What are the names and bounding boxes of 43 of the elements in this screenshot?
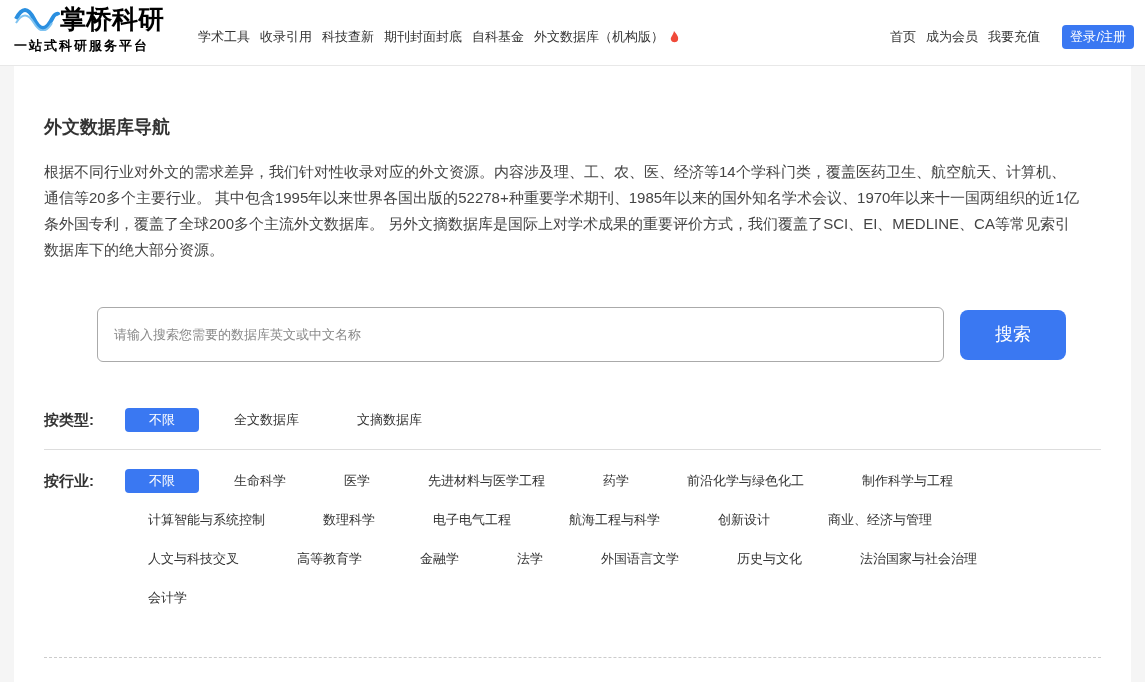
nav-link[interactable]: 期刊封面封底	[384, 26, 462, 47]
search-field[interactable]: 请输入搜索您需要的数据库英文或中文名称	[97, 307, 944, 362]
search-button[interactable]: 搜索	[960, 309, 1066, 360]
nav-link[interactable]: 首页	[890, 26, 917, 47]
nav-link[interactable]: 自科基金	[472, 26, 524, 47]
filter-label: 按类型:	[44, 410, 95, 430]
filter-option[interactable]: 不限	[125, 408, 199, 432]
filter-option[interactable]: 药学	[580, 469, 652, 493]
logo-text: 掌桥科研	[60, 5, 164, 32]
nav-link[interactable]: 收录引用	[260, 26, 312, 47]
nav-link[interactable]: 外文数据库（机构版）	[534, 26, 664, 47]
filter-option[interactable]: 数理科学	[300, 508, 398, 532]
logo-tagline: 一站式科研服务平台	[14, 36, 150, 55]
filter-option[interactable]: 文摘数据库	[334, 408, 445, 432]
filter-option[interactable]: 先进材料与医学工程	[405, 469, 568, 493]
filter-option[interactable]: 法学	[494, 547, 566, 571]
filter-label: 按行业:	[44, 471, 95, 491]
intro-paragraph: 根据不同行业对外文的需求差异，我们针对性收录对应的外文资源。内容涉及理、工、农、医、经济等14个学科门类，覆盖医药卫生、航空航天、计算机、通信等20多个主要行业。 其中包含1995年以来世界各国出版的52278+种重要学术期刊、1985年以来的国外知名学术会议、1970年以来十一国两组织的近1亿条外国专利，覆盖了全球200多个主流外文数据库。 另外文摘数据库是国际上对学术成果的重要评价方式，我们覆盖了SCI、EI、MEDLINE、CA等常见索引数据库下的绝大部分资源。	[44, 162, 1079, 260]
wave-logo-icon	[14, 6, 60, 31]
filter-option[interactable]: 计算智能与系统控制	[125, 508, 288, 532]
filter-option[interactable]: 外国语言文学	[578, 547, 702, 571]
nav-link[interactable]: 成为会员	[926, 26, 979, 47]
nav-link[interactable]: 我要充值	[988, 26, 1041, 47]
filter-option[interactable]: 前沿化学与绿色化工	[664, 469, 827, 493]
filter-option[interactable]: 高等教育学	[274, 547, 385, 571]
filter-option[interactable]: 法治国家与社会治理	[837, 547, 1000, 571]
filter-option[interactable]: 制作科学与工程	[839, 469, 976, 493]
filter-option[interactable]: 全文数据库	[211, 408, 322, 432]
filter-option[interactable]: 电子电气工程	[410, 508, 534, 532]
nav-link[interactable]: 科技查新	[322, 26, 374, 47]
login-button[interactable]: 登录/注册	[1062, 24, 1134, 49]
page-title: 外文数据库导航	[44, 116, 171, 139]
filter-option[interactable]: 医学	[321, 469, 393, 493]
filter-option[interactable]: 生命科学	[211, 469, 309, 493]
filter-option[interactable]: 会计学	[125, 586, 210, 610]
filter-option[interactable]: 不限	[125, 469, 199, 493]
filter-option[interactable]: 历史与文化	[714, 547, 825, 571]
filter-option[interactable]: 商业、经济与管理	[805, 508, 955, 532]
nav-link[interactable]: 学术工具	[198, 26, 250, 47]
filter-option[interactable]: 人文与科技交叉	[125, 547, 262, 571]
filter-option[interactable]: 创新设计	[695, 508, 793, 532]
filter-option[interactable]: 金融学	[397, 547, 482, 571]
filter-option[interactable]: 航海工程与科学	[546, 508, 683, 532]
